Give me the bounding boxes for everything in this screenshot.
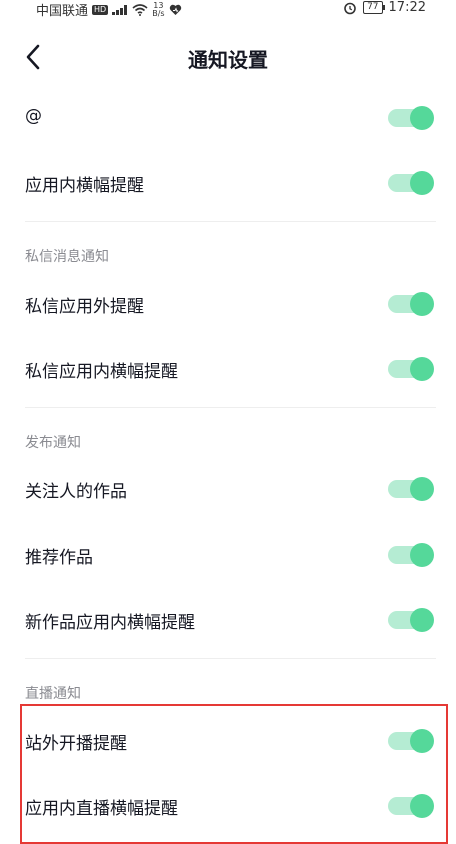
toggle-live-in-app-banner[interactable] <box>388 794 434 818</box>
toggle-recommended-works[interactable] <box>388 543 434 567</box>
clock: 17:22 <box>388 0 426 15</box>
setting-row-in-app-banner: 应用内横幅提醒 <box>25 163 436 203</box>
toggle-mention[interactable] <box>388 106 434 130</box>
setting-label-mention: @ <box>25 106 42 126</box>
toggle-in-app-banner[interactable] <box>388 171 434 195</box>
battery-icon: 77 <box>363 1 386 14</box>
battery-level: 77 <box>367 2 379 12</box>
toggle-dm-in-app-banner[interactable] <box>388 357 434 381</box>
alarm-icon <box>344 2 356 14</box>
wifi-icon <box>132 3 148 16</box>
page-title: 通知设置 <box>188 48 268 72</box>
section-header-live: 直播通知 <box>25 686 81 702</box>
signal-icon <box>112 4 128 15</box>
toggle-live-outside[interactable] <box>388 729 434 753</box>
setting-row-recommended-works: 推荐作品 <box>25 535 436 575</box>
setting-row-new-works-banner: 新作品应用内横幅提醒 <box>25 600 436 640</box>
status-right: 77 17:22 <box>343 0 426 15</box>
divider <box>25 221 436 222</box>
divider <box>25 407 436 408</box>
setting-label-followed-works: 关注人的作品 <box>25 482 127 502</box>
carrier-label: 中国联通 <box>36 4 89 19</box>
net-speed-unit: B/s <box>152 8 165 18</box>
setting-label-recommended-works: 推荐作品 <box>25 548 93 568</box>
section-header-publish: 发布通知 <box>25 435 81 451</box>
status-bar: 中国联通 HD 13 B/s 77 17:22 <box>0 0 456 19</box>
setting-row-live-outside: 站外开播提醒 <box>25 721 436 761</box>
toggle-followed-works[interactable] <box>388 477 434 501</box>
toggle-new-works-banner[interactable] <box>388 608 434 632</box>
status-left: 中国联通 HD 13 B/s <box>36 0 182 19</box>
setting-label-live-outside: 站外开播提醒 <box>25 734 127 754</box>
section-header-dm: 私信消息通知 <box>25 249 109 265</box>
setting-label-dm-outside: 私信应用外提醒 <box>25 297 144 317</box>
setting-label-in-app-banner: 应用内横幅提醒 <box>25 176 144 196</box>
setting-label-dm-in-app-banner: 私信应用内横幅提醒 <box>25 362 178 382</box>
setting-row-followed-works: 关注人的作品 <box>25 469 436 509</box>
hd-badge: HD <box>92 4 109 15</box>
divider <box>25 658 436 659</box>
setting-row-dm-in-app-banner: 私信应用内横幅提醒 <box>25 349 436 389</box>
heart-icon <box>169 4 181 15</box>
setting-row-mention: @ <box>25 98 436 138</box>
net-speed: 13 B/s <box>152 1 165 18</box>
setting-label-live-in-app-banner: 应用内直播横幅提醒 <box>25 799 178 819</box>
toggle-dm-outside[interactable] <box>388 292 434 316</box>
setting-label-new-works-banner: 新作品应用内横幅提醒 <box>25 613 195 633</box>
nav-bar: 通知设置 <box>0 30 456 86</box>
setting-row-live-in-app-banner: 应用内直播横幅提醒 <box>25 786 436 826</box>
setting-row-dm-outside: 私信应用外提醒 <box>25 284 436 324</box>
